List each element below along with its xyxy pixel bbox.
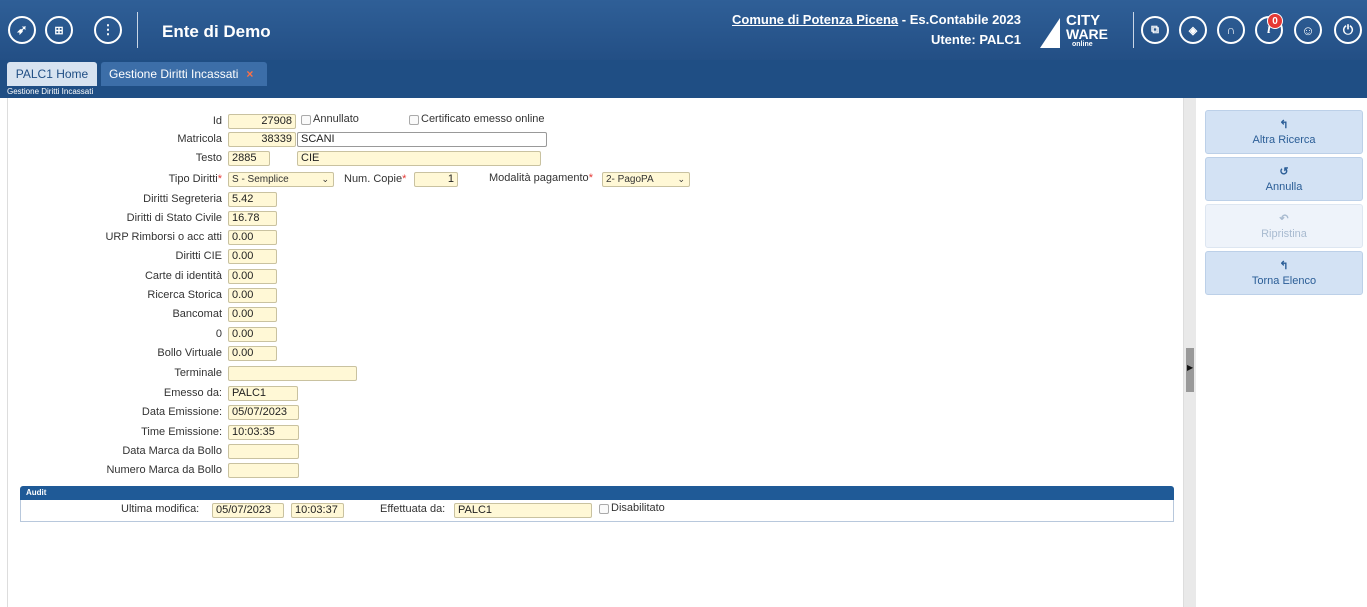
triangle-right-icon: ▶ [1187,363,1194,372]
audit-header[interactable]: Audit [20,486,1174,500]
app-title: Ente di Demo [162,22,271,41]
rocket-icon[interactable]: ➶ [8,16,36,44]
diritti-stato-civile-label: Diritti di Stato Civile [126,212,222,224]
id-field[interactable]: 27908 [228,114,296,129]
ultima-modifica-date[interactable]: 05/07/2023 [212,503,284,518]
notification-badge: 0 [1267,13,1283,29]
id-label: Id [212,115,222,127]
ripristina-button[interactable]: ↶ Ripristina [1205,204,1363,248]
tipo-diritti-select[interactable]: S - Semplice ⌄ [228,172,334,187]
headset-icon[interactable]: ∩ [1217,16,1245,44]
carte-identita-label: Carte di identità [144,270,222,282]
ultima-modifica-label: Ultima modifica: [121,503,200,515]
tab-gestione-diritti[interactable]: Gestione Diritti Incassati × [101,62,267,86]
data-emissione-label: Data Emissione: [141,406,222,418]
diritti-segreteria-field[interactable]: 5.42 [228,192,277,207]
more-info-icon[interactable]: ⋮ [94,16,122,44]
emesso-da-label: Emesso da: [163,387,222,399]
numero-marca-label: Numero Marca da Bollo [106,464,222,476]
testo-label: Testo [195,152,222,164]
bancomat-label: Bancomat [172,308,222,320]
num-copie-label: Num. Copie* [344,173,407,185]
terminale-field[interactable] [228,366,357,381]
terminale-label: Terminale [174,367,222,379]
power-icon[interactable]: ⏻ [1334,16,1362,44]
comune-info: Comune di Potenza Picena - Es.Contabile … [732,12,1021,27]
breadcrumb: Gestione Diritti Incassati [0,86,1367,98]
effettuata-label: Effettuata da: [380,503,446,515]
matricola-label: Matricola [177,133,222,145]
testo-code-field[interactable]: 2885 [228,151,270,166]
back-arrow-icon: ↰ [1279,119,1289,131]
zero-label: 0 [215,328,222,340]
actions-panel: ↰ Altra Ricerca ↺ Annulla ↶ Ripristina ↰… [1196,98,1367,607]
time-emissione-label: Time Emissione: [141,426,222,438]
bollo-virtuale-label: Bollo Virtuale [157,347,222,359]
torna-elenco-button[interactable]: ↰ Torna Elenco [1205,251,1363,295]
matricola-name-field[interactable]: SCANI [297,132,547,147]
numero-marca-field[interactable] [228,463,299,478]
layers-icon[interactable]: ◈ [1179,16,1207,44]
tab-home[interactable]: PALC1 Home [7,62,97,86]
effettuata-field[interactable]: PALC1 [454,503,592,518]
diritti-cie-field[interactable]: 0.00 [228,249,277,264]
certificato-checkbox[interactable] [409,115,419,125]
modalita-select[interactable]: 2- PagoPA ⌄ [602,172,690,187]
cityware-logo: CITY WARE online [1040,13,1126,48]
undo-icon: ↺ [1279,166,1289,178]
diritti-cie-label: Diritti CIE [175,250,222,262]
carte-identita-field[interactable]: 0.00 [228,269,277,284]
tab-label: Gestione Diritti Incassati [109,67,239,81]
apps-grid-icon[interactable]: ⊞ [45,16,73,44]
urp-field[interactable]: 0.00 [228,230,277,245]
zero-field[interactable]: 0.00 [228,327,277,342]
comune-link[interactable]: Comune di Potenza Picena [732,12,898,27]
diritti-segreteria-label: Diritti Segreteria [143,193,222,205]
altra-ricerca-button[interactable]: ↰ Altra Ricerca [1205,110,1363,154]
bancomat-field[interactable]: 0.00 [228,307,277,322]
annullato-checkbox[interactable] [301,115,311,125]
chevron-down-icon: ⌄ [677,174,685,184]
restore-icon: ↶ [1279,213,1289,225]
splitter-handle[interactable]: ▶ [1186,348,1194,392]
tab-bar: PALC1 Home Gestione Diritti Incassati × [0,60,1367,86]
close-icon[interactable]: × [246,67,253,81]
modalita-label: Modalità pagamento* [489,172,593,184]
ultima-modifica-time[interactable]: 10:03:37 [291,503,344,518]
data-marca-field[interactable] [228,444,299,459]
urp-label: URP Rimborsi o acc atti [105,231,222,243]
data-emissione-field[interactable]: 05/07/2023 [228,405,299,420]
ricerca-storica-label: Ricerca Storica [147,289,222,301]
windows-icon[interactable]: ⧉ [1141,16,1169,44]
form-panel: Id 27908 Annullato Certificato emesso on… [7,98,1183,607]
user-icon[interactable]: ☺ [1294,16,1322,44]
header-divider [137,12,138,48]
testo-field[interactable]: CIE [297,151,541,166]
disabilitato-checkbox[interactable] [599,504,609,514]
bollo-virtuale-field[interactable]: 0.00 [228,346,277,361]
panel-splitter[interactable]: ▶ [1183,98,1196,607]
esercizio-label: - Es.Contabile 2023 [898,12,1021,27]
tipo-diritti-label: Tipo Diritti* [168,173,222,185]
audit-panel: Ultima modifica: 05/07/2023 10:03:37 Eff… [20,500,1174,522]
annullato-label: Annullato [313,113,359,125]
chevron-down-icon: ⌄ [321,174,329,184]
emesso-da-field[interactable]: PALC1 [228,386,298,401]
back-arrow-icon: ↰ [1279,260,1289,272]
app-header: ➶ ⊞ ⋮ Ente di Demo Comune di Potenza Pic… [0,0,1367,60]
matricola-field[interactable]: 38339 [228,132,296,147]
ricerca-storica-field[interactable]: 0.00 [228,288,277,303]
header-divider [1133,12,1134,48]
diritti-stato-civile-field[interactable]: 16.78 [228,211,277,226]
data-marca-label: Data Marca da Bollo [122,445,222,457]
disabilitato-label: Disabilitato [611,502,665,514]
num-copie-field[interactable]: 1 [414,172,458,187]
user-label: Utente: PALC1 [930,32,1021,47]
certificato-label: Certificato emesso online [421,113,545,125]
annulla-button[interactable]: ↺ Annulla [1205,157,1363,201]
time-emissione-field[interactable]: 10:03:35 [228,425,299,440]
